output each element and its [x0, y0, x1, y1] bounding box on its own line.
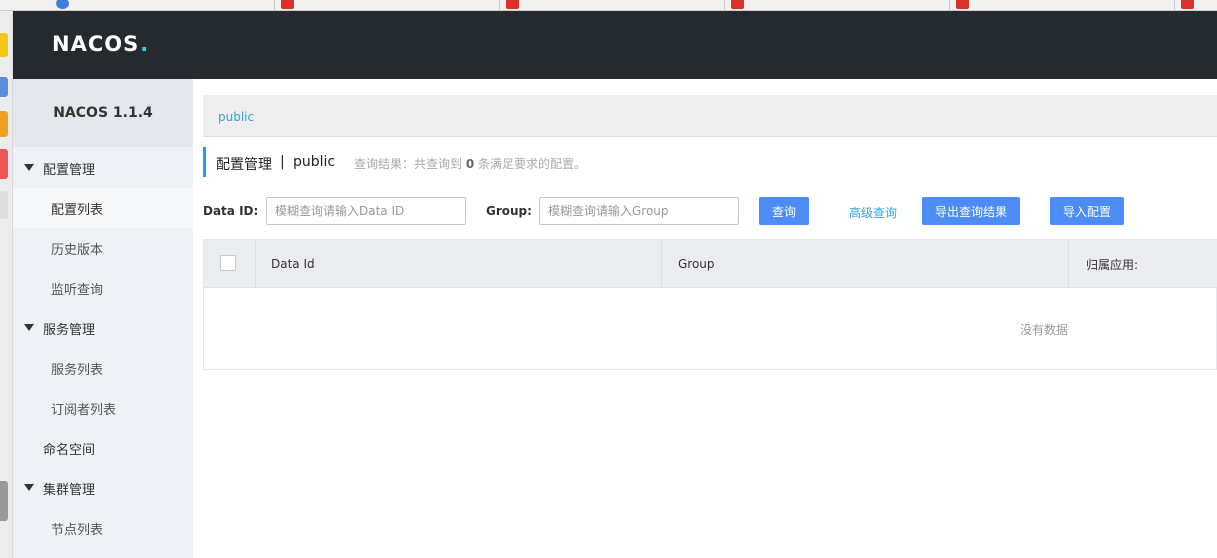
sidebar-item-config-list[interactable]: 配置列表: [13, 188, 193, 228]
summary-count: 0: [465, 157, 475, 171]
menu-group-service[interactable]: 服务管理: [13, 308, 193, 348]
logo-dot: .: [140, 32, 150, 56]
page-icon: [956, 0, 969, 9]
export-results-button[interactable]: 导出查询结果: [922, 197, 1020, 225]
menu-group-label: 配置管理: [43, 162, 96, 178]
menu-item-label: 监听查询: [51, 282, 104, 298]
page-icon: [1181, 0, 1194, 9]
menu-item-label: 节点列表: [51, 522, 104, 538]
config-table: Data Id Group 归属应用: 没有数据: [203, 239, 1217, 370]
summary-prefix: 查询结果：共查询到: [354, 157, 463, 171]
group-input[interactable]: [539, 197, 739, 225]
advanced-query-link[interactable]: 高级查询: [849, 204, 897, 221]
caret-down-icon: [24, 484, 34, 491]
browser-tab[interactable]: [50, 0, 275, 10]
browser-side-strip: [0, 11, 13, 558]
namespace-link-public[interactable]: public: [218, 110, 254, 124]
collapse-handle[interactable]: [0, 481, 8, 521]
menu-group-config[interactable]: 配置管理: [13, 148, 193, 188]
select-all-cell: [204, 240, 256, 288]
import-config-button[interactable]: 导入配置: [1050, 197, 1124, 225]
sidebar-item-history[interactable]: 历史版本: [13, 228, 193, 268]
dataid-input[interactable]: [266, 197, 466, 225]
page-icon: [281, 0, 294, 9]
query-button[interactable]: 查询: [759, 197, 809, 225]
browser-tab[interactable]: [275, 0, 500, 10]
menu-item-label: 订阅者列表: [51, 402, 117, 418]
caret-down-icon: [24, 164, 34, 171]
menu-item-label: 命名空间: [43, 442, 96, 458]
menu-item-label: 历史版本: [51, 242, 104, 258]
browser-tab[interactable]: [500, 0, 725, 10]
page-title-main: 配置管理: [216, 157, 272, 173]
app-icon[interactable]: [0, 77, 8, 97]
app-icon[interactable]: [0, 191, 8, 219]
browser-tab[interactable]: [950, 0, 1175, 10]
menu-item-label: 配置列表: [51, 202, 104, 218]
sidebar-item-subscriber-list[interactable]: 订阅者列表: [13, 388, 193, 428]
top-header: NACOS.: [13, 11, 1217, 79]
sidebar-item-listen-query[interactable]: 监听查询: [13, 268, 193, 308]
browser-tab[interactable]: [725, 0, 950, 10]
sidebar-item-node-list[interactable]: 节点列表: [13, 508, 193, 548]
globe-icon: [56, 0, 69, 9]
logo-text: NACOS: [52, 32, 140, 56]
sidebar-item-service-list[interactable]: 服务列表: [13, 348, 193, 388]
menu-group-label: 集群管理: [43, 482, 96, 498]
browser-tab-strip: [0, 0, 1217, 11]
caret-down-icon: [24, 324, 34, 331]
nacos-logo[interactable]: NACOS.: [52, 32, 149, 56]
column-header-app[interactable]: 归属应用:: [1069, 240, 1217, 288]
folder-icon[interactable]: [0, 33, 8, 57]
table-header: Data Id Group 归属应用:: [204, 240, 1217, 288]
menu-item-label: 服务列表: [51, 362, 104, 378]
query-summary: 查询结果：共查询到 0 条满足要求的配置。: [354, 155, 586, 172]
column-header-group[interactable]: Group: [662, 240, 1069, 288]
namespace-bar: public: [203, 95, 1217, 137]
select-all-checkbox[interactable]: [220, 255, 236, 271]
main-content: public 配置管理 | public 查询结果：共查询到 0 条满足要求的配…: [193, 79, 1217, 558]
group-label: Group:: [486, 204, 532, 218]
page-title: 配置管理 | public: [203, 147, 335, 177]
page-title-namespace: public: [293, 154, 336, 170]
app-icon[interactable]: [0, 149, 8, 179]
page-icon: [731, 0, 744, 9]
sidebar-item-namespace[interactable]: 命名空间: [13, 428, 193, 468]
summary-suffix: 条满足要求的配置。: [478, 157, 587, 171]
page-icon: [506, 0, 519, 9]
dataid-label: Data ID:: [203, 204, 259, 218]
nacos-console: NACOS. NACOS 1.1.4 配置管理 配置列表 历史版本 监听查询 服…: [0, 0, 1217, 558]
sidebar-brand: NACOS 1.1.4: [13, 79, 193, 147]
app-icon[interactable]: [0, 111, 8, 137]
sidebar: NACOS 1.1.4 配置管理 配置列表 历史版本 监听查询 服务管理 服务列…: [13, 79, 193, 558]
empty-state: 没有数据: [1019, 322, 1068, 337]
menu-group-cluster[interactable]: 集群管理: [13, 468, 193, 508]
page-title-separator: |: [280, 154, 285, 170]
browser-tab[interactable]: [1175, 0, 1217, 10]
column-header-dataid[interactable]: Data Id: [256, 240, 662, 288]
menu-group-label: 服务管理: [43, 322, 96, 338]
